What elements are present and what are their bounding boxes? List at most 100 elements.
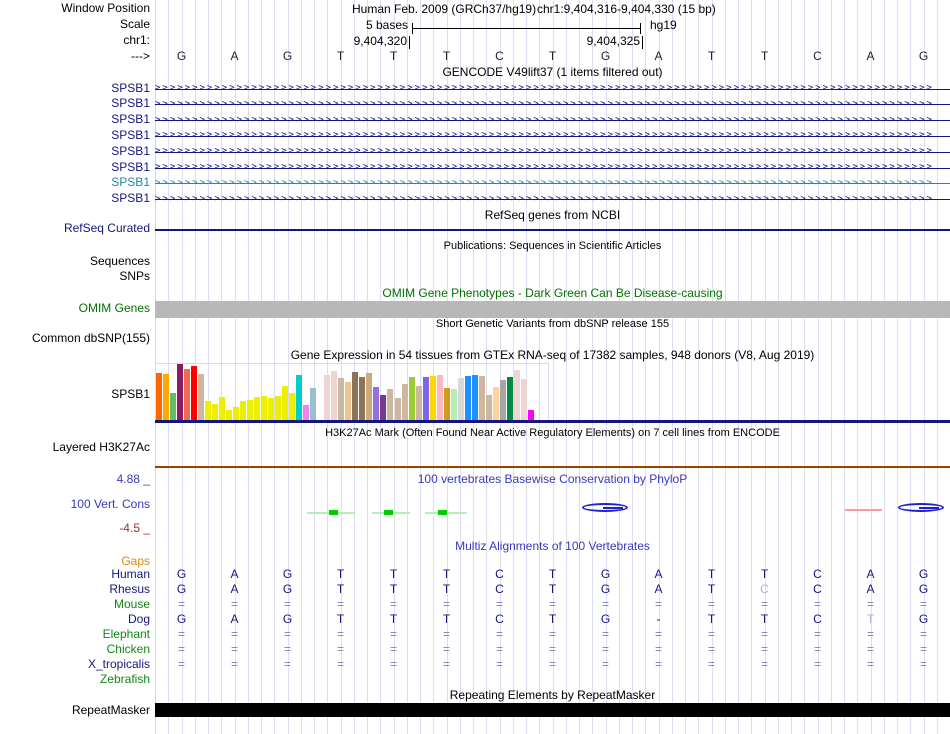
- omim-gene-bar[interactable]: [155, 301, 950, 318]
- species-label[interactable]: X_tropicalis: [0, 658, 150, 671]
- transcript-arrows[interactable]: >>>>>>>>>>>>>>>>>>>>>>>>>>>>>>>>>>>>>>>>…: [155, 130, 950, 140]
- gencode-row-label[interactable]: SPSB1: [0, 113, 150, 126]
- gtex-bar[interactable]: [239, 401, 246, 420]
- layered-h3k27ac-label[interactable]: Layered H3K27Ac: [0, 441, 150, 454]
- gtex-bar[interactable]: [408, 377, 415, 420]
- gtex-bar[interactable]: [352, 372, 359, 420]
- gtex-bar[interactable]: [225, 410, 232, 420]
- gtex-bar[interactable]: [514, 370, 521, 420]
- refseq-title: RefSeq genes from NCBI: [484, 208, 621, 222]
- gencode-row-label[interactable]: SPSB1: [0, 128, 150, 142]
- transcript-arrows[interactable]: >>>>>>>>>>>>>>>>>>>>>>>>>>>>>>>>>>>>>>>>…: [155, 162, 950, 172]
- gtex-bar[interactable]: [345, 382, 352, 420]
- gtex-bar[interactable]: [401, 384, 408, 420]
- gtex-bar[interactable]: [528, 410, 535, 420]
- gtex-bar[interactable]: [232, 407, 239, 420]
- gtex-bar[interactable]: [190, 366, 197, 420]
- gtex-bar[interactable]: [169, 393, 176, 420]
- species-label[interactable]: Mouse: [0, 598, 150, 611]
- gtex-bar[interactable]: [471, 375, 478, 420]
- gtex-bar[interactable]: [521, 379, 528, 420]
- gtex-bar[interactable]: [338, 378, 345, 420]
- phylop-track-label[interactable]: 100 Vert. Cons: [0, 498, 150, 511]
- gtex-bar[interactable]: [457, 378, 464, 420]
- gtex-bar[interactable]: [331, 371, 338, 420]
- gtex-bar[interactable]: [197, 374, 204, 420]
- gtex-bar[interactable]: [183, 369, 190, 420]
- species-label[interactable]: Human: [0, 568, 150, 581]
- species-label[interactable]: Dog: [0, 613, 150, 626]
- snps-label[interactable]: SNPs: [0, 270, 150, 283]
- gtex-bar[interactable]: [464, 376, 471, 420]
- base-letter: T: [389, 49, 398, 63]
- gtex-bar[interactable]: [296, 375, 303, 420]
- gtex-bar[interactable]: [155, 373, 162, 420]
- gtex-bar[interactable]: [359, 377, 366, 420]
- gtex-bar[interactable]: [387, 389, 394, 420]
- gtex-bar[interactable]: [211, 404, 218, 420]
- gtex-bar[interactable]: [415, 386, 422, 420]
- alignment-cell: =: [866, 627, 875, 641]
- gtex-bar[interactable]: [310, 388, 317, 420]
- gtex-bar[interactable]: [267, 398, 274, 420]
- gtex-bar[interactable]: [422, 377, 429, 420]
- alignment-cell: =: [813, 597, 822, 611]
- omim-genes-label[interactable]: OMIM Genes: [0, 302, 150, 315]
- transcript-arrows[interactable]: >>>>>>>>>>>>>>>>>>>>>>>>>>>>>>>>>>>>>>>>…: [155, 194, 950, 204]
- alignment-cell: =: [760, 597, 769, 611]
- gencode-row-label[interactable]: SPSB1: [0, 176, 150, 189]
- gtex-bar[interactable]: [218, 397, 225, 420]
- species-label[interactable]: Elephant: [0, 628, 150, 641]
- gtex-bar[interactable]: [443, 388, 450, 420]
- gtex-bar[interactable]: [499, 380, 506, 420]
- gencode-row-label[interactable]: SPSB1: [0, 144, 150, 158]
- gtex-bar[interactable]: [204, 401, 211, 420]
- sequences-label[interactable]: Sequences: [0, 255, 150, 268]
- gtex-bar[interactable]: [275, 396, 281, 420]
- refseq-gene-line[interactable]: [155, 229, 950, 231]
- common-dbsnp-label[interactable]: Common dbSNP(155): [0, 332, 150, 345]
- base-letter: G: [282, 49, 293, 63]
- repeatmasker-title: Repeating Elements by RepeatMasker: [449, 688, 656, 702]
- gtex-bar[interactable]: [253, 397, 260, 420]
- repeatmasker-bar[interactable]: [155, 703, 950, 717]
- species-label[interactable]: Rhesus: [0, 583, 150, 596]
- transcript-arrows[interactable]: >>>>>>>>>>>>>>>>>>>>>>>>>>>>>>>>>>>>>>>>…: [155, 115, 950, 125]
- alignment-cell: =: [336, 642, 345, 656]
- transcript-arrows[interactable]: >>>>>>>>>>>>>>>>>>>>>>>>>>>>>>>>>>>>>>>>…: [155, 146, 950, 156]
- gtex-bar[interactable]: [303, 405, 310, 420]
- transcript-arrows[interactable]: >>>>>>>>>>>>>>>>>>>>>>>>>>>>>>>>>>>>>>>>…: [155, 83, 950, 93]
- gtex-bar[interactable]: [246, 400, 253, 420]
- gtex-bar[interactable]: [282, 386, 289, 420]
- gtex-bar[interactable]: [485, 395, 492, 420]
- alignment-cell: =: [230, 642, 239, 656]
- transcript-arrows[interactable]: >>>>>>>>>>>>>>>>>>>>>>>>>>>>>>>>>>>>>>>>…: [155, 178, 950, 188]
- gtex-bar[interactable]: [366, 373, 373, 420]
- species-label[interactable]: Chicken: [0, 643, 150, 656]
- gencode-row-label[interactable]: SPSB1: [0, 192, 150, 205]
- gtex-bar[interactable]: [478, 376, 485, 420]
- gtex-bar[interactable]: [394, 398, 401, 420]
- alignment-cell: A: [866, 567, 875, 581]
- species-label[interactable]: Zebrafish: [0, 673, 150, 686]
- gtex-bar[interactable]: [176, 364, 183, 420]
- gtex-bar[interactable]: [162, 374, 169, 420]
- gtex-bar[interactable]: [324, 375, 331, 420]
- gtex-bar[interactable]: [436, 375, 443, 420]
- alignment-cell: T: [336, 582, 345, 596]
- gencode-row-label[interactable]: SPSB1: [0, 97, 150, 110]
- gtex-bar[interactable]: [492, 387, 499, 420]
- gencode-row-label[interactable]: SPSB1: [0, 81, 150, 95]
- gtex-bar[interactable]: [507, 377, 513, 420]
- gtex-bar[interactable]: [289, 393, 296, 420]
- gtex-bar[interactable]: [260, 396, 267, 420]
- gtex-bar[interactable]: [450, 389, 457, 420]
- gtex-bar[interactable]: [429, 376, 436, 420]
- gtex-gene-label[interactable]: SPSB1: [0, 388, 150, 401]
- gtex-bar[interactable]: [380, 395, 387, 420]
- gencode-row-label[interactable]: SPSB1: [0, 160, 150, 174]
- refseq-curated-label[interactable]: RefSeq Curated: [0, 222, 150, 235]
- repeatmasker-label[interactable]: RepeatMasker: [0, 704, 150, 717]
- transcript-arrows[interactable]: >>>>>>>>>>>>>>>>>>>>>>>>>>>>>>>>>>>>>>>>…: [155, 99, 950, 109]
- gtex-bar[interactable]: [373, 387, 380, 420]
